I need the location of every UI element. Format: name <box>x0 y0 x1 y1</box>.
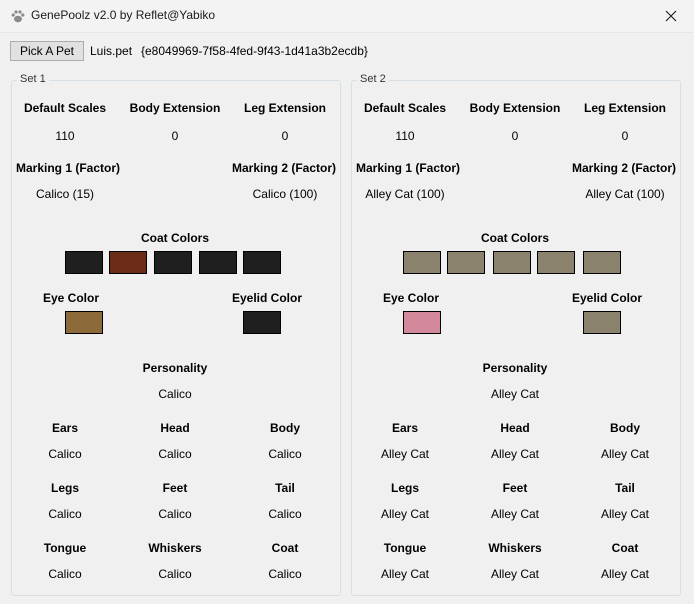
ears-value: Calico <box>48 447 82 461</box>
set-1-group: Set 1 Default Scales 110 Body Extension … <box>11 73 341 596</box>
marking-1-label: Marking 1 (Factor) <box>16 161 121 175</box>
window-title: GenePoolz v2.0 by Reflet@Yabiko <box>31 8 216 22</box>
whiskers-value: Calico <box>158 567 192 581</box>
tail-label: Tail <box>615 481 635 495</box>
feet-label: Feet <box>502 481 528 495</box>
legs-label: Legs <box>50 481 79 495</box>
default-scales-value: 110 <box>55 129 75 143</box>
coat-colors-label: Coat Colors <box>140 231 209 245</box>
eye-color-swatch[interactable] <box>403 311 441 334</box>
eye-color-label: Eye Color <box>42 291 99 305</box>
body-extension-value: 0 <box>511 129 519 143</box>
whiskers-label: Whiskers <box>488 541 542 555</box>
ears-label: Ears <box>391 421 419 435</box>
coat-label: Coat <box>271 541 299 555</box>
default-scales-label: Default Scales <box>23 101 107 115</box>
close-icon <box>665 10 677 22</box>
coat-color-swatch[interactable] <box>403 251 441 274</box>
body-extension-label: Body Extension <box>469 101 561 115</box>
coat-color-swatch[interactable] <box>583 251 621 274</box>
legs-value: Alley Cat <box>380 507 430 521</box>
eye-color-label: Eye Color <box>382 291 439 305</box>
coat-colors-label: Coat Colors <box>480 231 549 245</box>
coat-value: Alley Cat <box>600 567 650 581</box>
tail-label: Tail <box>275 481 295 495</box>
tongue-label: Tongue <box>43 541 87 555</box>
eyelid-color-label: Eyelid Color <box>571 291 642 305</box>
leg-extension-value: 0 <box>621 129 629 143</box>
head-value: Calico <box>158 447 192 461</box>
tongue-label: Tongue <box>383 541 427 555</box>
body-extension-value: 0 <box>171 129 179 143</box>
ears-value: Alley Cat <box>380 447 430 461</box>
tail-value: Calico <box>268 507 302 521</box>
coat-color-swatch[interactable] <box>537 251 575 274</box>
body-value: Calico <box>268 447 302 461</box>
close-button[interactable] <box>648 0 694 32</box>
coat-color-swatch[interactable] <box>109 251 147 274</box>
personality-label: Personality <box>142 361 208 375</box>
whiskers-value: Alley Cat <box>490 567 540 581</box>
feet-value: Alley Cat <box>490 507 540 521</box>
coat-value: Calico <box>268 567 302 581</box>
tongue-value: Alley Cat <box>380 567 430 581</box>
feet-value: Calico <box>158 507 192 521</box>
marking-2-label: Marking 2 (Factor) <box>571 161 676 175</box>
eyelid-color-swatch[interactable] <box>583 311 621 334</box>
marking-1-label: Marking 1 (Factor) <box>356 161 461 175</box>
tail-value: Alley Cat <box>600 507 650 521</box>
body-extension-label: Body Extension <box>129 101 221 115</box>
personality-label: Personality <box>482 361 548 375</box>
head-value: Alley Cat <box>490 447 540 461</box>
marking-2-value: Calico (100) <box>252 187 318 201</box>
marking-2-value: Alley Cat (100) <box>585 187 665 201</box>
set-2-group: Set 2 Default Scales 110 Body Extension … <box>351 73 681 596</box>
coat-color-swatch[interactable] <box>154 251 192 274</box>
coat-color-swatch[interactable] <box>243 251 281 274</box>
coat-color-swatch[interactable] <box>493 251 531 274</box>
pet-guid: {e8049969-7f58-4fed-9f43-1d41a3b2ecdb} <box>141 44 368 58</box>
coat-color-swatch[interactable] <box>199 251 237 274</box>
set-title: Set 2 <box>357 73 389 85</box>
tongue-value: Calico <box>48 567 82 581</box>
default-scales-value: 110 <box>395 129 415 143</box>
personality-value: Alley Cat <box>490 387 540 401</box>
coat-color-swatch[interactable] <box>65 251 103 274</box>
legs-value: Calico <box>48 507 82 521</box>
feet-label: Feet <box>162 481 188 495</box>
coat-label: Coat <box>611 541 639 555</box>
legs-label: Legs <box>390 481 419 495</box>
set-title: Set 1 <box>17 73 49 85</box>
whiskers-label: Whiskers <box>148 541 202 555</box>
ears-label: Ears <box>51 421 79 435</box>
coat-color-swatch[interactable] <box>447 251 485 274</box>
body-label: Body <box>610 421 640 435</box>
title-bar: GenePoolz v2.0 by Reflet@Yabiko <box>0 0 694 33</box>
body-value: Alley Cat <box>600 447 650 461</box>
marking-2-label: Marking 2 (Factor) <box>231 161 336 175</box>
leg-extension-value: 0 <box>281 129 289 143</box>
pet-filename: Luis.pet <box>90 44 133 58</box>
leg-extension-label: Leg Extension <box>243 101 326 115</box>
marking-1-value: Calico (15) <box>35 187 95 201</box>
body-label: Body <box>270 421 300 435</box>
personality-value: Calico <box>158 387 192 401</box>
head-label: Head <box>160 421 190 435</box>
paw-icon <box>11 10 25 23</box>
default-scales-label: Default Scales <box>363 101 447 115</box>
marking-1-value: Alley Cat (100) <box>365 187 445 201</box>
pick-a-pet-button[interactable]: Pick A Pet <box>10 41 84 61</box>
eyelid-color-label: Eyelid Color <box>231 291 302 305</box>
head-label: Head <box>500 421 530 435</box>
eye-color-swatch[interactable] <box>65 311 103 334</box>
eyelid-color-swatch[interactable] <box>243 311 281 334</box>
leg-extension-label: Leg Extension <box>583 101 666 115</box>
